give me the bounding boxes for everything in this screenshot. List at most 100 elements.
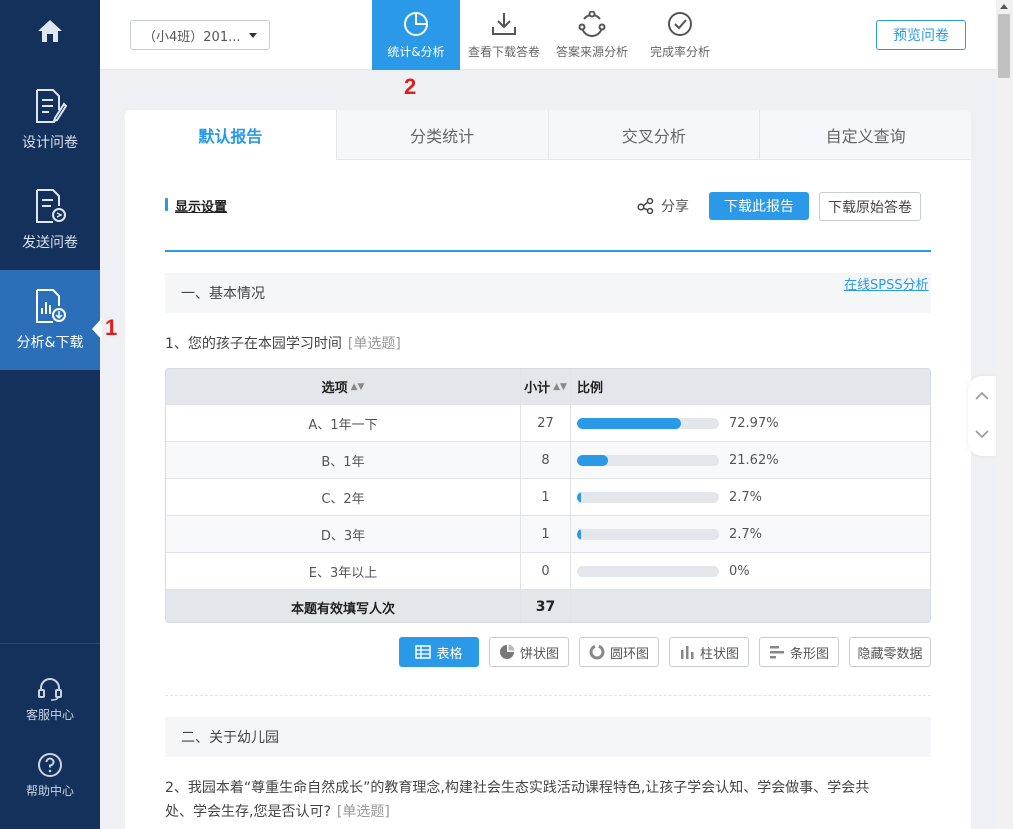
tab-label: 查看下载答卷 [467,44,540,59]
table-header: 选项 ▲▼ 小计 ▲▼ 比例 [166,369,930,404]
button-label: 隐藏零数据 [857,646,923,662]
progress-fill [577,454,608,466]
sidebar-home[interactable] [0,0,100,70]
pie-chart-icon [404,11,428,36]
progress-bar [577,528,719,540]
analysis-download-icon [36,289,66,323]
question-text: 1、您的孩子在本园学习时间 [165,336,342,352]
tab-statistics[interactable]: 统计&分析 [372,0,460,70]
section-title-2: 二、关于幼儿园 [165,717,931,757]
question-2: 2、我园本着“尊重生命自然成长”的教育理念,构建社会生态实践活动课程特色,让孩子… [165,776,885,824]
caret-down-icon [249,33,257,38]
percent-value: 0% [729,563,750,579]
annotation-2: 2 [404,74,417,99]
spss-analysis-link[interactable]: 在线SPSS分析 [844,274,929,293]
hide-zero-data-button[interactable]: 隐藏零数据 [849,637,931,667]
header-count-label: 小计 [524,381,551,396]
tab-cross-analysis[interactable]: 交叉分析 [547,110,760,160]
bar-chart-icon [769,646,784,659]
ring-icon [589,644,605,660]
progress-fill [577,491,582,503]
tab-download-answers[interactable]: 查看下载答卷 [460,0,548,70]
home-icon [38,20,62,42]
progress-fill [577,417,681,429]
total-label: 本题有效填写人次 [166,590,521,622]
progress-bar [577,417,719,429]
download-report-button[interactable]: 下载此报告 [709,192,809,220]
top-bar: （小4班）201... 统计&分析 查看下载答卷 答案来源分析 完成率分析 预览… [100,0,996,70]
page-scrollbar[interactable] [996,0,1013,829]
download-icon [492,12,516,35]
question-text: 2、我园本着“尊重生命自然成长”的教育理念,构建社会生态实践活动课程特色,让孩子… [165,780,870,820]
tab-category-stats[interactable]: 分类统计 [335,110,548,160]
bar-chart-button[interactable]: 条形图 [759,637,839,667]
percent-value: 2.7% [729,526,763,542]
pie-icon [499,644,515,659]
sidebar-item-label: 分析&下载 [16,335,84,351]
option-cell: A、1年一下 [166,405,521,441]
sort-icon: ▲▼ [350,381,365,392]
progress-bar [577,565,719,577]
total-empty [571,590,930,622]
option-cell: D、3年 [166,516,521,552]
sort-icon: ▲▼ [553,381,567,392]
scroll-up-arrow[interactable] [1000,4,1008,9]
button-label: 柱状图 [699,646,739,662]
help-center-link[interactable]: 帮助中心 [0,752,100,799]
count-cell: 8 [521,442,571,478]
share-label: 分享 [661,199,689,215]
customer-service-label: 客服中心 [25,708,74,722]
ratio-cell: 21.62% [571,442,930,478]
edit-document-icon [36,89,67,123]
download-raw-answers-button[interactable]: 下载原始答卷 [819,192,921,221]
ratio-cell: 72.97% [571,405,930,441]
count-cell: 1 [521,516,571,552]
sidebar-item-design[interactable]: 设计问卷 [0,70,100,170]
display-settings-link[interactable]: 显示设置 [165,196,227,215]
column-chart-button[interactable]: 柱状图 [669,637,749,667]
scroll-to-bottom-button[interactable] [974,426,990,442]
count-cell: 27 [521,405,571,441]
percent-value: 72.97% [729,415,779,431]
header-option[interactable]: 选项 ▲▼ [166,369,521,404]
tab-label: 统计&分析 [387,44,445,59]
table-icon [415,645,432,659]
option-cell: B、1年 [166,442,521,478]
tab-completion-rate[interactable]: 完成率分析 [636,0,724,70]
survey-select[interactable]: （小4班）201... [130,20,270,50]
scroll-to-top-button[interactable] [974,388,990,404]
option-cell: E、3年以上 [166,553,521,589]
floating-nav [968,376,996,456]
table-view-button[interactable]: 表格 [399,637,479,667]
section-divider [165,695,931,696]
button-label: 圆环图 [609,646,649,662]
percent-value: 2.7% [729,489,763,505]
table-row: B、1年 8 21.62% [166,441,930,478]
sidebar-item-send[interactable]: 发送问卷 [0,170,100,270]
header-ratio: 比例 [577,381,604,396]
header-divider [165,250,931,252]
active-pointer [92,318,102,340]
table-row: C、2年 1 2.7% [166,478,930,515]
tab-answer-source[interactable]: 答案来源分析 [548,0,636,70]
header-count[interactable]: 小计 ▲▼ [521,369,571,404]
tab-custom-query[interactable]: 自定义查询 [759,110,971,160]
pie-chart-button[interactable]: 饼状图 [489,637,569,667]
share-button[interactable]: 分享 [637,196,689,216]
chevron-up-icon [975,391,989,400]
results-table: 选项 ▲▼ 小计 ▲▼ 比例 A、1年一下 27 72.97% B、1年 8 21.… [165,368,931,623]
scroll-thumb[interactable] [998,14,1010,78]
count-cell: 1 [521,479,571,515]
ratio-cell: 2.7% [571,516,930,552]
preview-survey-button[interactable]: 预览问卷 [876,20,966,50]
sidebar-item-analyze[interactable]: 分析&下载 [0,270,100,370]
annotation-1: 1 [105,315,118,340]
send-document-icon [36,189,66,223]
table-row: E、3年以上 0 0% [166,552,930,589]
customer-service-link[interactable]: 客服中心 [0,676,100,723]
sidebar-item-label: 发送问卷 [22,235,78,251]
share-icon [637,198,654,214]
share-network-icon [578,10,606,37]
ring-chart-button[interactable]: 圆环图 [579,637,659,667]
tab-default-report[interactable]: 默认报告 [125,110,336,160]
